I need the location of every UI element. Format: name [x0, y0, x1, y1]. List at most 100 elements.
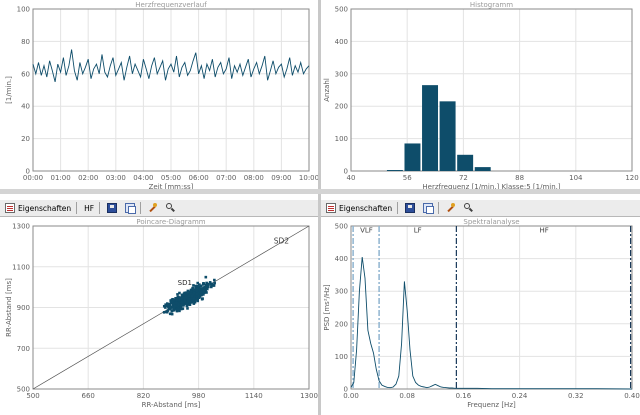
y-tick-label: 100: [335, 353, 348, 361]
y-tick-label: 1300: [12, 223, 30, 231]
x-tick-label: 88: [515, 174, 524, 182]
y-tick-label: 60: [21, 70, 30, 78]
x-tick-label: 0.40: [624, 392, 640, 400]
toolbar-separator: [99, 202, 101, 214]
scatter-point: [204, 275, 208, 279]
x-tick-label: 07:00: [216, 174, 236, 182]
scatter-point: [208, 281, 212, 284]
copy-button[interactable]: [122, 201, 138, 216]
poincare-chart: 500 660 820 980 1140 130050070090011001300Poi…: [5, 218, 318, 409]
scatter-point: [199, 284, 203, 288]
properties-button[interactable]: Eigenschaften: [2, 201, 74, 216]
properties-button[interactable]: Eigenschaften: [323, 201, 395, 216]
y-axis-label: PSD [ms²/Hz]: [323, 284, 331, 331]
scatter-point: [164, 310, 168, 314]
vlf-band-label: VLF: [360, 227, 373, 235]
zoom-in-button[interactable]: [145, 201, 161, 216]
histogram-bar: [474, 167, 491, 171]
y-axis-label: RR-Abstand [ms]: [5, 278, 13, 337]
y-tick-label: 0: [26, 168, 30, 176]
save-icon: [405, 203, 416, 213]
spectrum-chart: 0.00 0.08 0.16 0.24 0.32 0.400100200300400500…: [323, 218, 640, 409]
x-tick-label: 08:00: [244, 174, 264, 182]
scatter-point: [177, 303, 180, 306]
chart-title: Herzfrequenzverlauf: [135, 1, 207, 9]
copy-icon: [125, 203, 137, 214]
hf-label: HF: [84, 203, 95, 213]
zoom-in-icon: [446, 203, 456, 213]
properties-icon: [5, 203, 15, 213]
y-axis-label: [1/min.]: [5, 76, 13, 104]
x-axis-label: Frequenz [Hz]: [467, 401, 516, 409]
scatter-point: [187, 294, 191, 298]
x-tick-label: 09:00: [271, 174, 291, 182]
scatter-point: [196, 285, 200, 288]
histogram-bar: [422, 85, 439, 171]
scatter-point: [190, 294, 194, 298]
y-tick-label: 40: [21, 103, 30, 111]
toolbar-separator: [438, 202, 440, 214]
scatter-point: [168, 304, 171, 308]
hf-button[interactable]: HF: [81, 201, 97, 216]
y-tick-label: 300: [335, 288, 348, 296]
x-tick-label: 04:00: [133, 174, 153, 182]
y-tick-label: 0: [344, 168, 348, 176]
y-tick-label: 300: [335, 70, 348, 78]
scatter-point: [181, 307, 185, 310]
x-tick-label: 0.08: [399, 392, 415, 400]
scatter-point: [192, 284, 195, 287]
properties-label: Eigenschaften: [339, 203, 393, 213]
histogram-chart: 40 56 72 88 104 1200100200300400500Histogramm…: [323, 1, 639, 189]
zoom-out-button[interactable]: [461, 201, 477, 216]
y-tick-label: 1100: [12, 263, 30, 271]
scatter-point: [201, 297, 204, 300]
scatter-point: [184, 295, 188, 299]
scatter-point: [170, 312, 174, 316]
toolbar-separator: [397, 202, 399, 214]
scatter-point: [171, 309, 175, 312]
copy-icon: [423, 203, 435, 214]
zoom-out-button[interactable]: [163, 201, 179, 216]
x-tick-label: 72: [459, 174, 468, 182]
copy-button[interactable]: [420, 201, 436, 216]
scatter-point: [200, 287, 204, 290]
scatter-point: [191, 287, 195, 290]
scatter-point: [213, 278, 216, 282]
horizontal-splitter[interactable]: [0, 189, 640, 194]
x-tick-label: 820: [137, 392, 150, 400]
scatter-point: [202, 290, 206, 293]
y-tick-label: 100: [335, 135, 348, 143]
x-tick-label: 0.16: [456, 392, 472, 400]
scatter-point: [202, 281, 205, 285]
hr-trend-chart: 00:00 01:00 02:00 03:00 04:00 05:00 06:00 07:00…: [5, 1, 318, 189]
scatter-point: [176, 293, 179, 296]
save-icon: [107, 203, 118, 213]
toolbar-separator: [76, 202, 78, 214]
lf-band-label: LF: [414, 227, 422, 235]
scatter-point: [185, 302, 188, 305]
save-button[interactable]: [402, 201, 418, 216]
y-axis-label: Anzahl: [323, 78, 331, 102]
plot-area: [350, 225, 633, 390]
y-tick-label: 200: [335, 320, 348, 328]
zoom-out-icon: [166, 203, 176, 213]
x-tick-label: 03:00: [106, 174, 126, 182]
scatter-point: [174, 296, 177, 300]
x-tick-label: 01:00: [51, 174, 71, 182]
scatter-point: [178, 298, 181, 302]
y-tick-label: 500: [17, 386, 30, 394]
save-button[interactable]: [104, 201, 120, 216]
toolbar-separator: [140, 202, 142, 214]
x-tick-label: 1300: [300, 392, 318, 400]
chart-title: Histogramm: [470, 1, 513, 9]
scatter-point: [205, 287, 209, 291]
y-tick-label: 400: [335, 255, 348, 263]
x-tick-label: 120: [625, 174, 638, 182]
histogram-bar: [439, 101, 456, 171]
zoom-in-button[interactable]: [443, 201, 459, 216]
x-axis-label: Herzfrequenz [1/min.] Klasse:5 [1/min.]: [422, 183, 560, 189]
histogram-bar: [457, 154, 474, 171]
x-axis-label: Zeit [mm:ss]: [149, 183, 194, 189]
scatter-point: [180, 296, 184, 300]
x-tick-label: 0.32: [568, 392, 584, 400]
